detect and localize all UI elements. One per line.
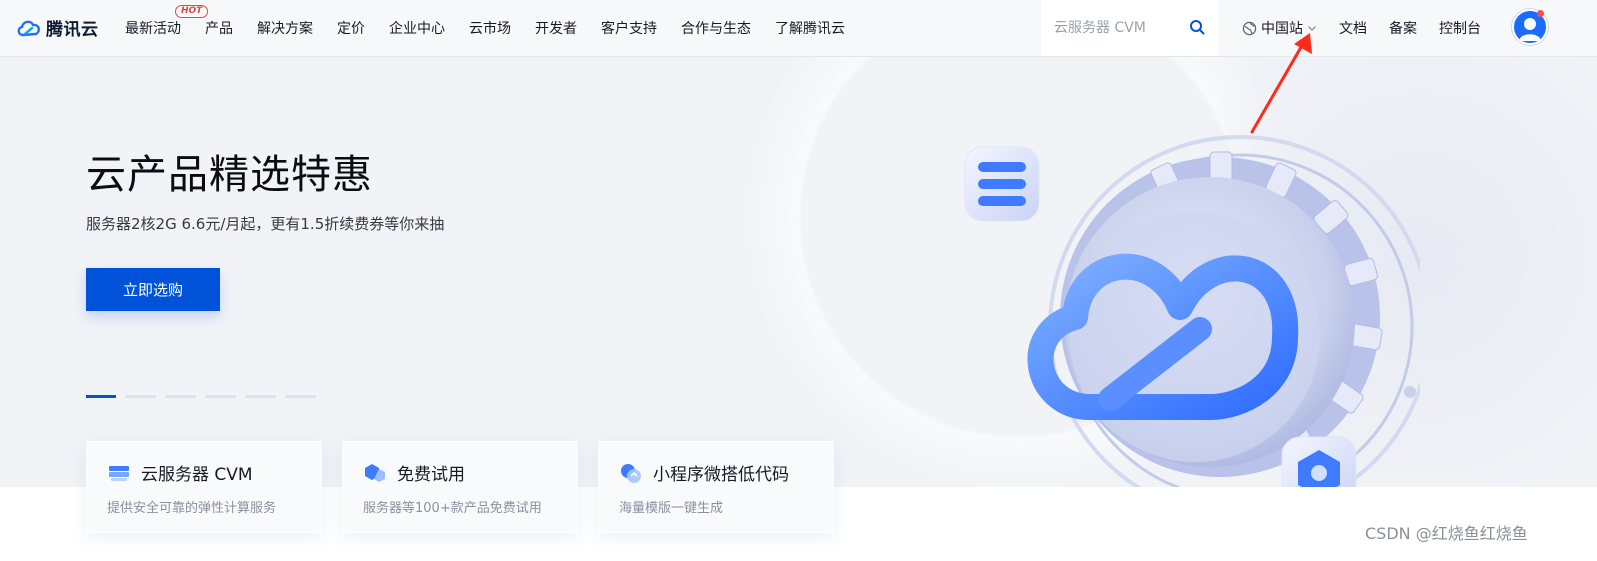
watermark: CSDN @红烧鱼红烧鱼 (1365, 524, 1528, 543)
hero-subtitle: 服务器2核2G 6.6元/月起，更有1.5折续费券等你来抽 (86, 215, 445, 233)
search-icon[interactable] (1189, 19, 1205, 35)
nav-label: 最新活动 (125, 21, 181, 37)
code-icon (621, 463, 641, 483)
card-description: 服务器等100+款产品免费试用 (363, 501, 542, 516)
cloud-logo-icon (17, 20, 41, 36)
logo[interactable]: 腾讯云 (16, 15, 99, 40)
nav-item-about[interactable]: 了解腾讯云 (775, 18, 845, 38)
card-title: 免费试用 (397, 465, 465, 485)
search-box (1041, 0, 1219, 56)
card-title: 小程序微搭低代码 (653, 465, 789, 485)
carousel-dot[interactable] (166, 395, 196, 398)
icp-filing-link[interactable]: 备案 (1389, 18, 1417, 38)
hero-banner: 云产品精选特惠 服务器2核2G 6.6元/月起，更有1.5折续费券等你来抽 立即… (0, 57, 1597, 487)
nav-item-marketplace[interactable]: 云市场 (469, 18, 511, 38)
buy-now-button[interactable]: 立即选购 (86, 268, 220, 311)
carousel-dot[interactable] (86, 395, 116, 398)
cube-icon (365, 463, 385, 482)
hot-badge: HOT (175, 5, 209, 18)
card-cvm[interactable]: 云服务器 CVM 提供安全可靠的弹性计算服务 (86, 441, 322, 533)
nav-item-solutions[interactable]: 解决方案 (257, 18, 313, 38)
annotation-arrow (1250, 33, 1312, 134)
cloud-gear-illustration (964, 135, 1420, 487)
docs-link[interactable]: 文档 (1339, 18, 1367, 38)
nav-item-products[interactable]: 产品 (205, 18, 233, 38)
top-navigation-bar: 腾讯云 HOT 最新活动 产品 解决方案 定价 企业中心 云市场 开发者 客户支… (0, 0, 1597, 57)
card-free-trial[interactable]: 免费试用 服务器等100+款产品免费试用 (342, 441, 578, 533)
card-description: 海量模版一键生成 (619, 501, 724, 516)
carousel-dot[interactable] (246, 395, 276, 398)
nav-item-pricing[interactable]: 定价 (337, 18, 365, 38)
logo-text: 腾讯云 (46, 20, 99, 40)
nav-item-enterprise[interactable]: 企业中心 (389, 18, 445, 38)
hero-title: 云产品精选特惠 (86, 152, 373, 198)
feature-cards: 云服务器 CVM 提供安全可靠的弹性计算服务 免费试用 服务器等100+款产品免… (86, 441, 834, 533)
server-icon (109, 465, 129, 481)
carousel-dot[interactable] (126, 395, 156, 398)
nav-item-developers[interactable]: 开发者 (535, 18, 577, 38)
notification-dot (1537, 10, 1544, 17)
card-low-code[interactable]: 小程序微搭低代码 海量模版一键生成 (598, 441, 834, 533)
nav-item-support[interactable]: 客户支持 (601, 18, 657, 38)
card-description: 提供安全可靠的弹性计算服务 (107, 501, 277, 516)
nav-item-partners[interactable]: 合作与生态 (681, 18, 751, 38)
carousel-dot[interactable] (206, 395, 236, 398)
console-link[interactable]: 控制台 (1439, 18, 1481, 38)
main-nav: HOT 最新活动 产品 解决方案 定价 企业中心 云市场 开发者 客户支持 合作… (125, 0, 869, 56)
carousel-dot[interactable] (286, 395, 316, 398)
nav-item-latest-activities[interactable]: HOT 最新活动 (125, 5, 209, 38)
search-input[interactable] (1054, 20, 1184, 36)
carousel-indicators (86, 395, 316, 398)
card-title: 云服务器 CVM (141, 465, 253, 485)
